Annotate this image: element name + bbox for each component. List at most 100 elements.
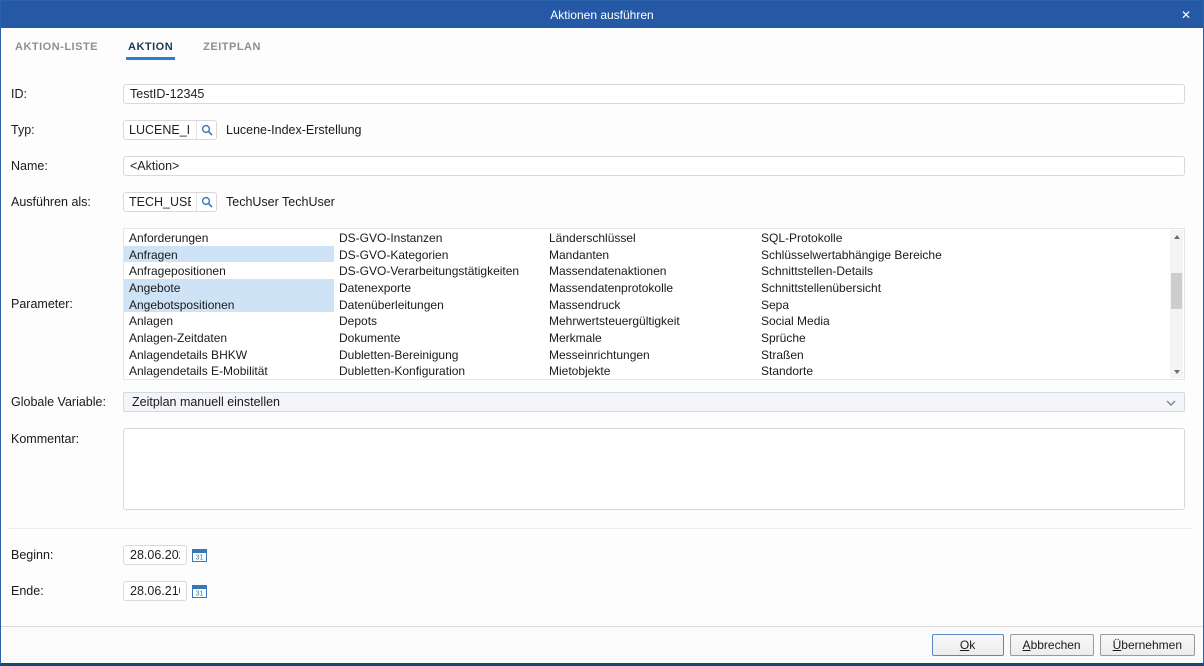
search-icon[interactable] xyxy=(196,121,216,139)
window-title: Aktionen ausführen xyxy=(550,8,653,22)
parameter-item[interactable]: Schlüsselwertabhängige Bereiche xyxy=(756,246,1170,263)
tab-zeitplan[interactable]: ZEITPLAN xyxy=(201,41,263,60)
ausfuehren-als-row: Ausführen als: TechUser TechUser xyxy=(11,192,1185,212)
kommentar-textarea[interactable] xyxy=(123,428,1185,510)
parameter-item[interactable]: Straßen xyxy=(756,346,1170,363)
tab-aktion-liste[interactable]: AKTION-LISTE xyxy=(13,41,100,60)
calendar-icon[interactable]: 31 xyxy=(192,548,207,562)
parameter-item[interactable]: Mandanten xyxy=(544,246,756,263)
parameter-item-selected[interactable]: Angebotspositionen xyxy=(124,296,334,313)
divider xyxy=(9,528,1193,529)
cancel-button-label: Abbrechen xyxy=(1023,638,1081,652)
tab-aktion[interactable]: AKTION xyxy=(126,41,175,60)
parameter-item[interactable]: Datenüberleitungen xyxy=(334,296,544,313)
parameter-item[interactable]: Standorte xyxy=(756,362,1170,379)
parameter-item[interactable]: Sprüche xyxy=(756,329,1170,346)
globale-variable-value: Zeitplan manuell einstellen xyxy=(132,395,280,409)
ok-button-label: Ok xyxy=(945,638,991,652)
kommentar-label: Kommentar: xyxy=(11,432,123,446)
title-bar: Aktionen ausführen ✕ xyxy=(1,1,1203,28)
parameter-item[interactable]: Länderschlüssel xyxy=(544,229,756,246)
parameter-item[interactable]: Schnittstellen-Details xyxy=(756,262,1170,279)
ausfuehren-als-lookup-field xyxy=(123,192,217,212)
typ-row: Typ: Lucene-Index-Erstellung xyxy=(11,120,1185,140)
button-bar: Ok Abbrechen Übernehmen xyxy=(1,626,1203,663)
parameter-item[interactable]: Dubletten-Konfiguration xyxy=(334,362,544,379)
id-input[interactable] xyxy=(123,84,1185,104)
parameter-item[interactable]: Dubletten-Bereinigung xyxy=(334,346,544,363)
calendar-icon[interactable]: 31 xyxy=(192,584,207,598)
beginn-row: Beginn: 31 xyxy=(11,545,1185,565)
parameter-label: Parameter: xyxy=(11,297,123,311)
tab-bar: AKTION-LISTE AKTION ZEITPLAN xyxy=(1,28,1203,60)
dialog-window: Aktionen ausführen ✕ AKTION-LISTE AKTION… xyxy=(0,0,1204,666)
parameter-item[interactable]: DS-GVO-Kategorien xyxy=(334,246,544,263)
parameter-item[interactable]: Mietobjekte xyxy=(544,362,756,379)
svg-text:31: 31 xyxy=(196,555,204,562)
svg-text:31: 31 xyxy=(196,591,204,598)
typ-label: Typ: xyxy=(11,123,123,137)
parameter-item[interactable]: Massendruck xyxy=(544,296,756,313)
parameter-item[interactable]: Sepa xyxy=(756,296,1170,313)
ausfuehren-als-code-input[interactable] xyxy=(124,193,196,211)
parameter-item[interactable]: Anlagendetails BHKW xyxy=(124,346,334,363)
parameter-item[interactable]: Dokumente xyxy=(334,329,544,346)
parameter-column-4: SQL-Protokolle Schlüsselwertabhängige Be… xyxy=(756,229,1170,379)
typ-lookup-field xyxy=(123,120,217,140)
ende-date-input[interactable] xyxy=(123,581,187,601)
typ-code-input[interactable] xyxy=(124,121,196,139)
search-icon[interactable] xyxy=(196,193,216,211)
parameter-item[interactable]: Schnittstellenübersicht xyxy=(756,279,1170,296)
kommentar-row: Kommentar: xyxy=(11,428,1185,510)
parameter-item[interactable]: Massendatenprotokolle xyxy=(544,279,756,296)
ok-button[interactable]: Ok xyxy=(932,634,1004,656)
name-input[interactable] xyxy=(123,156,1185,176)
parameter-item[interactable]: DS-GVO-Verarbeitungstätigkeiten xyxy=(334,262,544,279)
scroll-track[interactable] xyxy=(1170,243,1183,365)
globale-variable-select[interactable]: Zeitplan manuell einstellen xyxy=(123,392,1185,412)
parameter-item[interactable]: Messeinrichtungen xyxy=(544,346,756,363)
parameter-list: Anforderungen Anfragen Anfragepositionen… xyxy=(123,228,1185,380)
parameter-item[interactable]: Social Media xyxy=(756,312,1170,329)
parameter-item[interactable]: Anlagen-Zeitdaten xyxy=(124,329,334,346)
typ-description: Lucene-Index-Erstellung xyxy=(226,123,362,137)
parameter-item[interactable]: Anlagen xyxy=(124,312,334,329)
scrollbar[interactable] xyxy=(1170,230,1183,378)
globale-variable-label: Globale Variable: xyxy=(11,395,123,409)
ende-label: Ende: xyxy=(11,584,123,598)
name-label: Name: xyxy=(11,159,123,173)
parameter-item[interactable]: Anfragepositionen xyxy=(124,262,334,279)
apply-button-label: Übernehmen xyxy=(1113,638,1182,652)
scroll-up-icon[interactable] xyxy=(1170,230,1183,243)
cancel-button[interactable]: Abbrechen xyxy=(1010,634,1094,656)
scroll-down-icon[interactable] xyxy=(1170,365,1183,378)
parameter-item[interactable]: Mehrwertsteuergültigkeit xyxy=(544,312,756,329)
form-area: ID: Typ: Lucene-Index-Erstellung Name: A… xyxy=(1,60,1203,626)
parameter-item-selected[interactable]: Angebote xyxy=(124,279,334,296)
parameter-item[interactable]: SQL-Protokolle xyxy=(756,229,1170,246)
parameter-item[interactable]: Anforderungen xyxy=(124,229,334,246)
chevron-down-icon xyxy=(1166,395,1176,409)
parameter-item[interactable]: Massendatenaktionen xyxy=(544,262,756,279)
ausfuehren-als-label: Ausführen als: xyxy=(11,195,123,209)
id-label: ID: xyxy=(11,87,123,101)
parameter-item[interactable]: DS-GVO-Instanzen xyxy=(334,229,544,246)
parameter-item[interactable]: Merkmale xyxy=(544,329,756,346)
name-row: Name: xyxy=(11,156,1185,176)
parameter-item-selected[interactable]: Anfragen xyxy=(124,246,334,263)
beginn-date-input[interactable] xyxy=(123,545,187,565)
parameter-row: Parameter: Anforderungen Anfragen Anfrag… xyxy=(11,228,1185,380)
ausfuehren-als-description: TechUser TechUser xyxy=(226,195,335,209)
parameter-item[interactable]: Depots xyxy=(334,312,544,329)
parameter-column-3: Länderschlüssel Mandanten Massendatenakt… xyxy=(544,229,756,379)
scroll-thumb[interactable] xyxy=(1171,273,1182,309)
parameter-column-1: Anforderungen Anfragen Anfragepositionen… xyxy=(124,229,334,379)
parameter-item[interactable]: Anlagendetails E-Mobilität xyxy=(124,362,334,379)
apply-button[interactable]: Übernehmen xyxy=(1100,634,1195,656)
parameter-column-2: DS-GVO-Instanzen DS-GVO-Kategorien DS-GV… xyxy=(334,229,544,379)
globale-variable-row: Globale Variable: Zeitplan manuell einst… xyxy=(11,392,1185,412)
parameter-item[interactable]: Datenexporte xyxy=(334,279,544,296)
ende-row: Ende: 31 xyxy=(11,581,1185,601)
id-row: ID: xyxy=(11,84,1185,104)
close-icon[interactable]: ✕ xyxy=(1169,1,1203,28)
